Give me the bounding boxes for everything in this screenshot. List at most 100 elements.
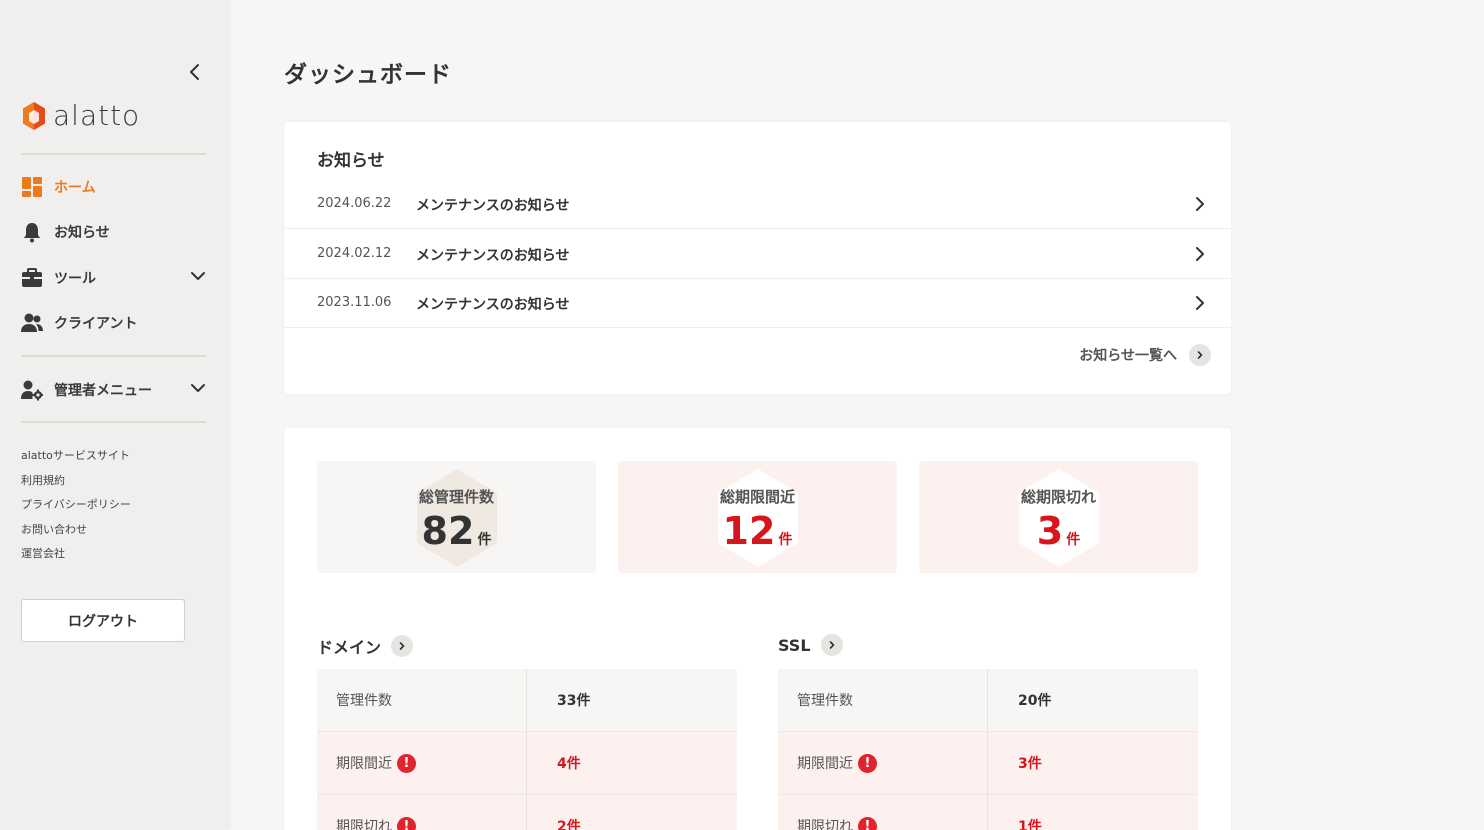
divider	[21, 153, 206, 155]
table-row: 期限間近! 3件	[778, 732, 1198, 795]
chevron-right-icon	[1189, 344, 1211, 366]
warning-icon: !	[858, 816, 877, 830]
news-item[interactable]: 2024.02.12 メンテナンスのお知らせ	[284, 230, 1231, 279]
row-label: 管理件数	[778, 669, 988, 731]
logout-button[interactable]: ログアウト	[21, 599, 185, 642]
news-date: 2024.02.12	[317, 246, 392, 261]
collapse-sidebar-button[interactable]	[186, 62, 204, 82]
table-row: 期限間近! 4件	[317, 732, 737, 795]
domain-section-link[interactable]: ドメイン	[317, 634, 414, 658]
link-company[interactable]: 運営会社	[21, 545, 65, 561]
chevron-right-icon	[1196, 247, 1204, 261]
table-row: 管理件数 20件	[778, 669, 1198, 732]
stat-total: 総管理件数 82 件	[317, 461, 596, 573]
stat-label: 総管理件数	[418, 488, 494, 506]
row-label: 期限間近!	[778, 732, 988, 794]
row-label-text: 管理件数	[797, 693, 853, 709]
row-label-text: 期限切れ	[797, 819, 853, 830]
row-label-text: 期限間近	[336, 756, 392, 772]
nav-item-label: ツール	[54, 271, 96, 287]
page-title: ダッシュボード	[284, 62, 452, 88]
nav-item-news[interactable]: お知らせ	[21, 218, 206, 246]
table-row: 管理件数 33件	[317, 669, 737, 732]
row-label: 期限切れ!	[778, 795, 988, 830]
chevron-right-icon	[391, 635, 414, 657]
chevron-down-icon	[191, 272, 205, 280]
nav-item-clients[interactable]: クライアント	[21, 309, 206, 337]
nav-item-home[interactable]: ホーム	[21, 173, 206, 201]
section-title: ドメイン	[317, 638, 382, 657]
toolbox-icon	[21, 267, 43, 289]
row-value: 20件	[1018, 693, 1052, 709]
row-label: 期限切れ!	[317, 795, 527, 830]
nav-item-label: クライアント	[54, 316, 138, 332]
users-icon	[21, 312, 43, 334]
nav-item-admin-menu[interactable]: 管理者メニュー	[21, 376, 206, 404]
news-date: 2024.06.22	[317, 196, 392, 211]
stat-unit: 件	[1066, 532, 1081, 548]
news-item[interactable]: 2024.06.22 メンテナンスのお知らせ	[284, 180, 1231, 229]
chevron-right-icon	[1196, 197, 1204, 211]
link-contact[interactable]: お問い合わせ	[21, 521, 87, 537]
sidebar: alatto ホーム お知らせ ツール クライアント 管理者メニュー alatt…	[0, 0, 227, 830]
news-text: メンテナンスのお知らせ	[416, 198, 570, 214]
stat-label: 総期限切れ	[1020, 488, 1096, 506]
logo-icon	[23, 101, 45, 130]
table-row: 期限切れ! 2件	[317, 795, 737, 830]
bell-icon	[21, 221, 43, 243]
row-value: 2件	[557, 819, 581, 830]
stat-label: 総期限間近	[719, 488, 795, 506]
row-value: 33件	[557, 693, 591, 709]
divider	[21, 421, 206, 423]
domain-table: 管理件数 33件 期限間近! 4件 期限切れ! 2件	[317, 669, 737, 830]
news-list-link-label: お知らせ一覧へ	[1079, 348, 1177, 364]
chevron-down-icon	[191, 384, 205, 392]
link-service-site[interactable]: alattoサービスサイト	[21, 447, 130, 463]
nav-item-label: お知らせ	[54, 225, 110, 241]
link-terms[interactable]: 利用規約	[21, 472, 65, 488]
nav-item-tools[interactable]: ツール	[21, 264, 206, 292]
nav-item-label: 管理者メニュー	[54, 383, 152, 399]
row-label-text: 期限間近	[797, 756, 853, 772]
warning-icon: !	[397, 753, 416, 773]
stat-value: 3件	[919, 509, 1198, 553]
logo[interactable]: alatto	[21, 99, 140, 132]
table-row: 期限切れ! 1件	[778, 795, 1198, 830]
ssl-section-link[interactable]: SSL	[778, 634, 843, 656]
divider	[21, 355, 206, 357]
chevron-right-icon	[1196, 296, 1204, 310]
news-list-link[interactable]: お知らせ一覧へ	[1079, 344, 1211, 366]
stat-number: 3	[1036, 509, 1064, 553]
news-text: メンテナンスのお知らせ	[416, 297, 570, 313]
row-value: 3件	[1018, 756, 1042, 772]
row-label: 管理件数	[317, 669, 527, 731]
row-label-text: 管理件数	[336, 693, 392, 709]
row-label: 期限間近!	[317, 732, 527, 794]
news-text: メンテナンスのお知らせ	[416, 248, 570, 264]
stat-expired: 総期限切れ 3件	[919, 461, 1198, 573]
stat-number: 82	[421, 509, 475, 553]
ssl-table: 管理件数 20件 期限間近! 3件 期限切れ! 1件	[778, 669, 1198, 830]
warning-icon: !	[858, 753, 877, 773]
stat-value: 82 件	[317, 509, 596, 553]
stat-unit: 件	[778, 532, 793, 548]
dashboard-icon	[21, 176, 43, 198]
row-label-text: 期限切れ	[336, 819, 392, 830]
stat-expiring-soon: 総期限間近 12 件	[618, 461, 897, 573]
stat-unit: 件	[477, 532, 492, 548]
stats-card: 総管理件数 82 件 総期限間近 12 件 総期限切れ 3件 ドメイン 管理件数 3…	[284, 428, 1231, 830]
news-item[interactable]: 2023.11.06 メンテナンスのお知らせ	[284, 279, 1231, 328]
news-card: お知らせ 2024.06.22 メンテナンスのお知らせ 2024.02.12 メ…	[284, 122, 1231, 394]
stat-value: 12 件	[618, 509, 897, 553]
nav-item-label: ホーム	[54, 180, 96, 196]
user-gear-icon	[21, 379, 43, 401]
link-privacy-policy[interactable]: プライバシーポリシー	[21, 496, 131, 512]
warning-icon: !	[397, 816, 416, 830]
chevron-right-icon	[820, 634, 843, 656]
logo-text: alatto	[53, 99, 141, 132]
row-value: 1件	[1018, 819, 1042, 830]
row-value: 4件	[557, 756, 581, 772]
section-title: SSL	[778, 635, 811, 655]
stat-number: 12	[722, 509, 776, 553]
news-title: お知らせ	[317, 151, 385, 171]
